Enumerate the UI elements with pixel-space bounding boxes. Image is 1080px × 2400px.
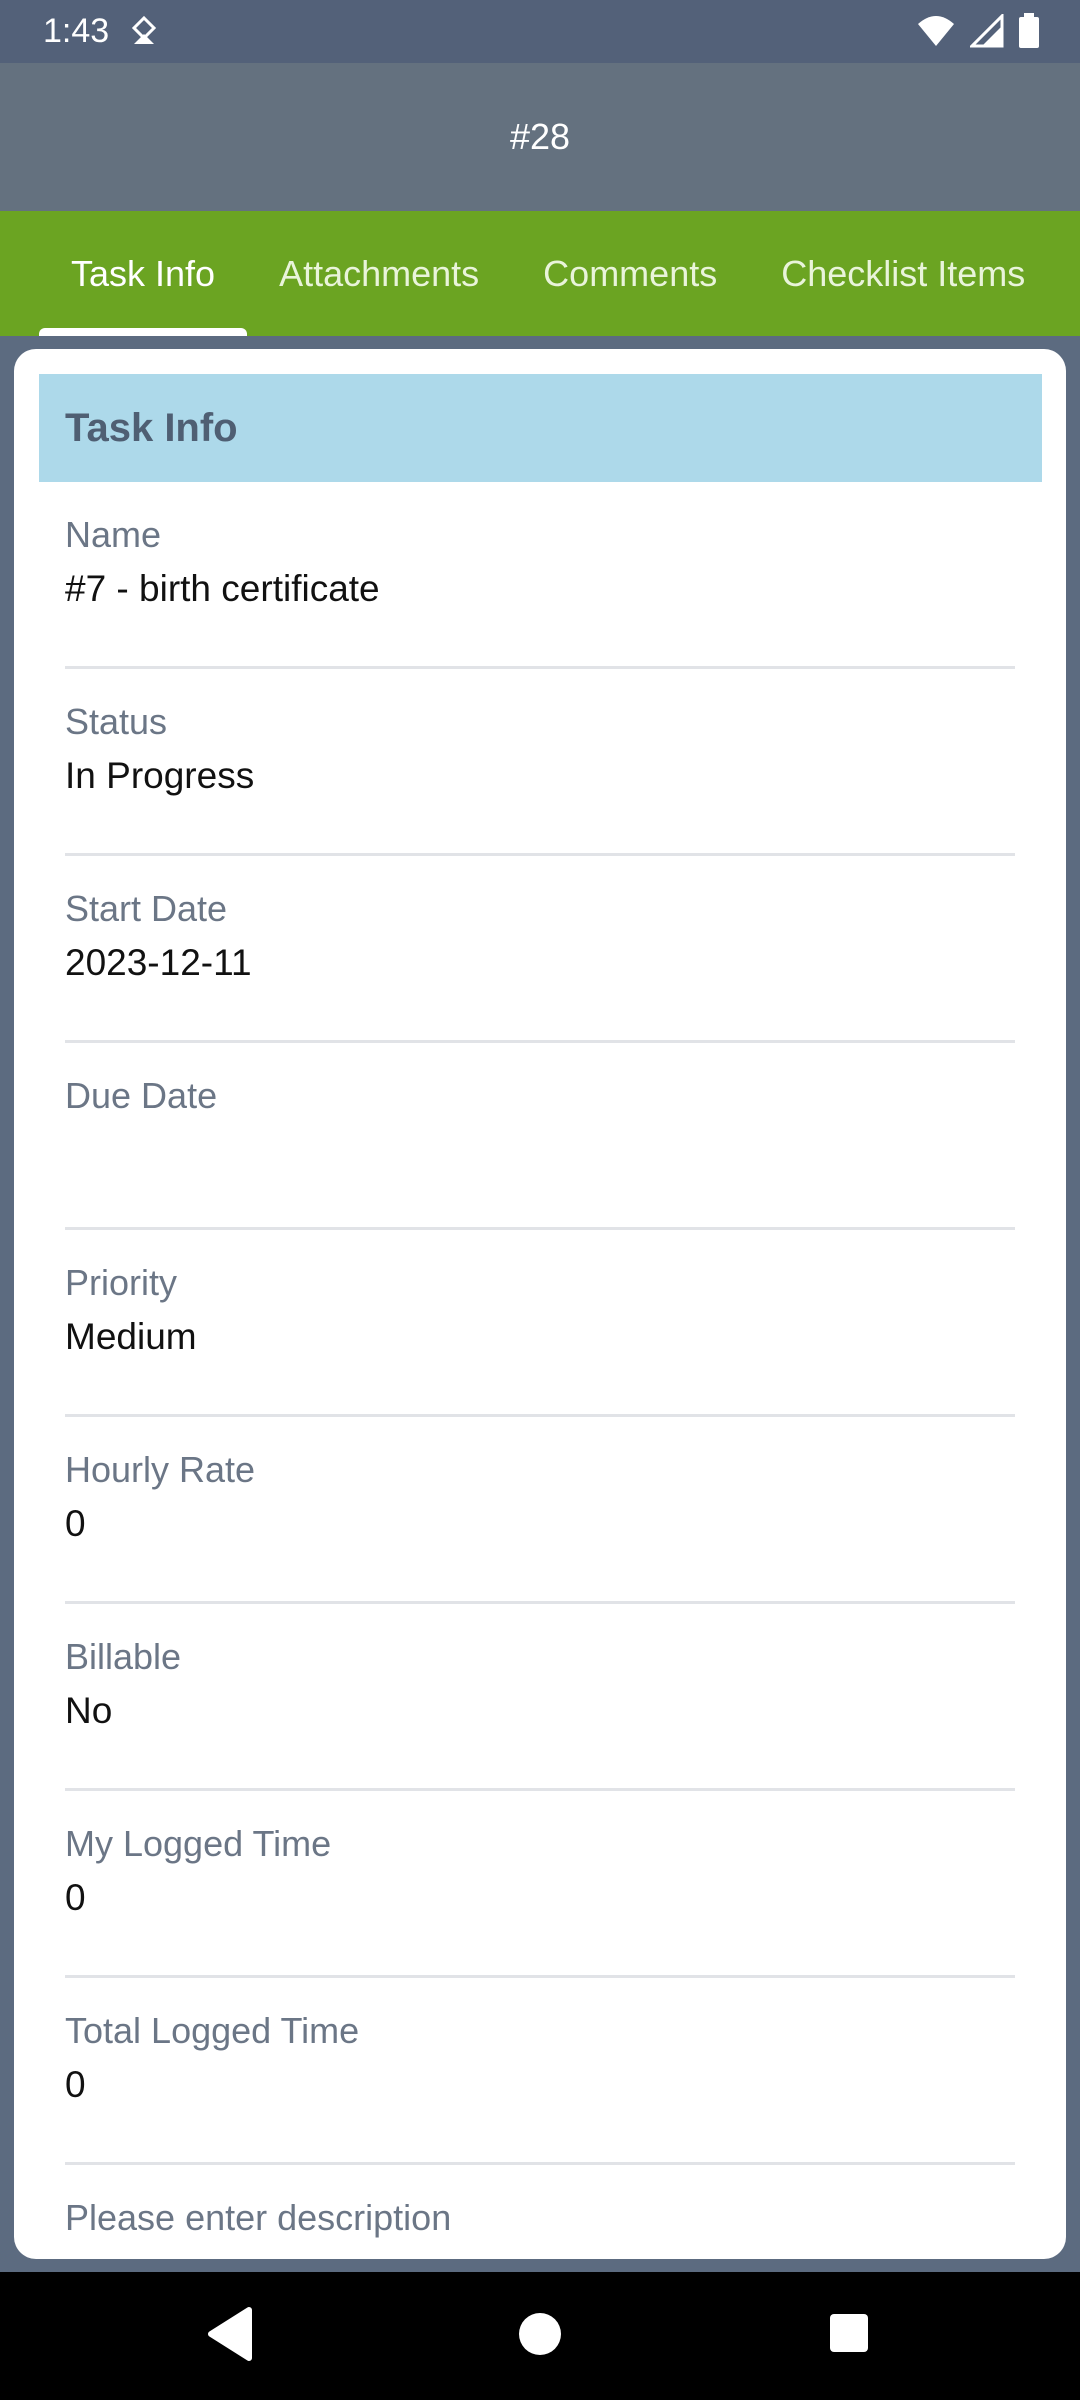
tab-label: Checklist Items (781, 252, 1026, 294)
field-value: No (65, 1690, 113, 1731)
tab-comments[interactable]: Comments (511, 211, 749, 336)
tab-label: Comments (543, 252, 718, 294)
field-due-date: Due Date (65, 1043, 1015, 1230)
home-icon[interactable] (517, 2306, 563, 2362)
field-start-date: Start Date 2023-12-11 (65, 856, 1015, 1043)
field-label: Start Date (65, 888, 228, 929)
status-time: 1:43 (43, 12, 110, 50)
field-name: Name #7 - birth certificate (65, 482, 1015, 669)
field-total-logged-time: Total Logged Time 0 (65, 1978, 1015, 2165)
field-label: Status (65, 701, 168, 742)
data-saver-icon (131, 15, 157, 44)
tab-attachments[interactable]: Attachments (247, 211, 511, 336)
field-label: My Logged Time (65, 1823, 332, 1864)
tab-task-info[interactable]: Task Info (39, 211, 248, 336)
tab-checklist-items[interactable]: Checklist Items (749, 211, 1057, 336)
field-label: Due Date (65, 1075, 218, 1116)
field-my-logged-time: My Logged Time 0 (65, 1791, 1015, 1978)
task-info-card[interactable]: Task Info Name #7 - birth certificate St… (14, 349, 1066, 2259)
field-billable: Billable No (65, 1604, 1015, 1791)
cell-signal-icon (970, 14, 1004, 48)
recents-icon[interactable] (828, 2306, 870, 2362)
task-fields: Name #7 - birth certificate Status In Pr… (65, 482, 1015, 2259)
field-value: 0 (65, 2064, 86, 2105)
field-status: Status In Progress (65, 669, 1015, 856)
tab-label: Attachments (279, 252, 480, 294)
app-bar: #28 (0, 63, 1080, 211)
field-value: 2023-12-11 (65, 942, 252, 983)
field-label: Please enter description (65, 2197, 452, 2238)
field-value: #7 - birth certificate (65, 568, 380, 609)
field-label: Billable (65, 1636, 182, 1677)
tab-label: Task Info (71, 252, 216, 294)
status-bar: 1:43 (0, 0, 1080, 63)
status-icons (916, 13, 1040, 49)
field-value: In Progress (65, 755, 255, 796)
field-value: 0 (65, 1503, 86, 1544)
wifi-icon (918, 16, 954, 46)
section-header: Task Info (39, 374, 1042, 482)
field-label: Hourly Rate (65, 1449, 256, 1490)
field-label: Total Logged Time (65, 2010, 360, 2051)
field-priority: Priority Medium (65, 1230, 1015, 1417)
section-title: Task Info (65, 405, 238, 450)
field-value: 0 (65, 1877, 86, 1918)
field-hourly-rate: Hourly Rate 0 (65, 1417, 1015, 1604)
back-icon[interactable] (205, 2306, 255, 2362)
field-label: Name (65, 514, 162, 555)
battery-icon (1019, 13, 1039, 48)
tab-bar: Task Info Attachments Comments Checklist… (0, 211, 1080, 336)
field-value: Medium (65, 1316, 197, 1357)
system-nav-bar (0, 2272, 1080, 2400)
field-label: Priority (65, 1262, 178, 1303)
field-description: Please enter description (65, 2165, 1015, 2259)
page-title: #28 (509, 116, 571, 157)
